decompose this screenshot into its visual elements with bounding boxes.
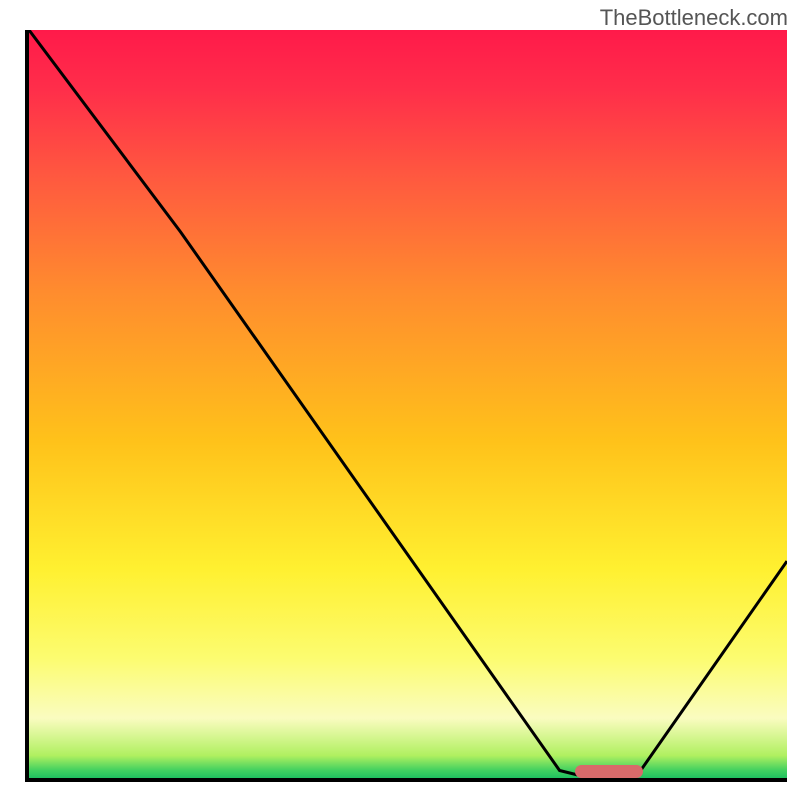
watermark-text: TheBottleneck.com: [600, 5, 788, 31]
plot-area: [25, 30, 787, 782]
chart-container: TheBottleneck.com: [0, 0, 800, 800]
optimal-range-marker: [575, 765, 643, 778]
curve-svg: [29, 30, 787, 778]
bottleneck-curve: [29, 30, 787, 778]
